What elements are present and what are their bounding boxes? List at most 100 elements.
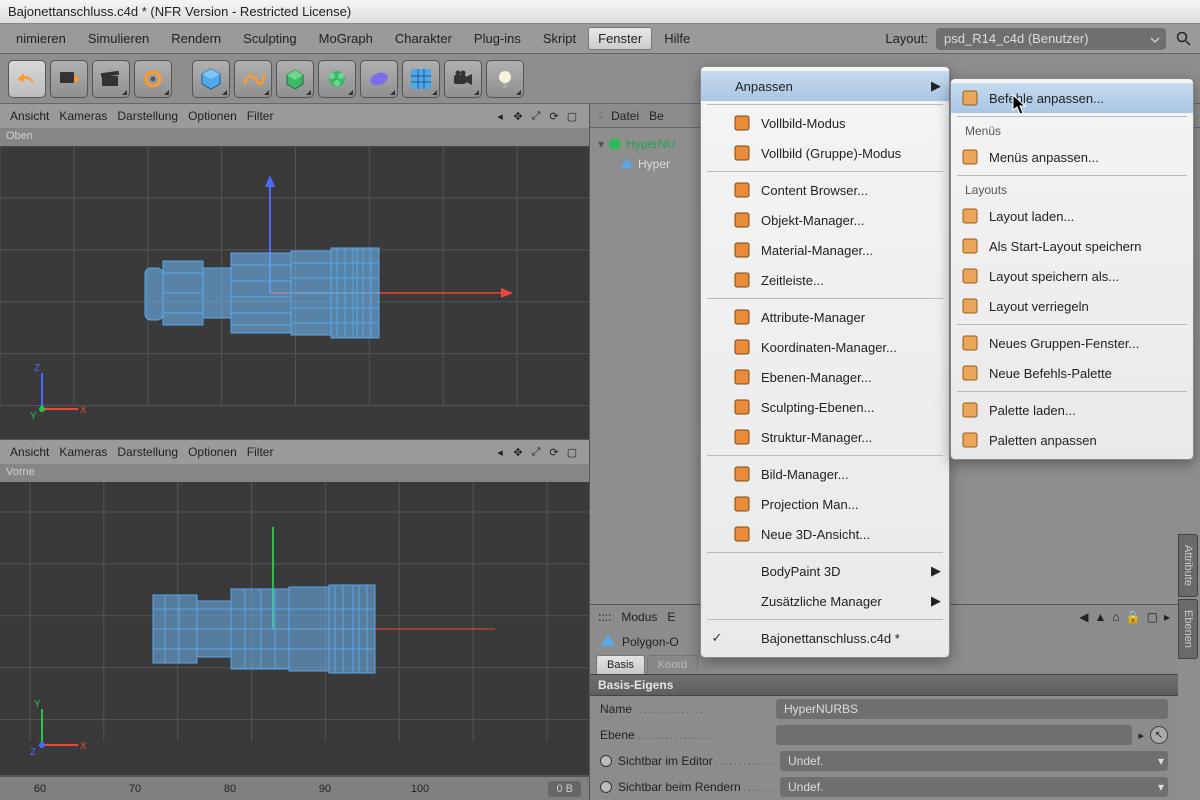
vp2-menu-darstellung[interactable]: Darstellung — [117, 445, 178, 459]
prop-value-name[interactable]: HyperNURBS — [776, 699, 1168, 719]
menuitem[interactable]: Zusätzliche Manager▶ — [701, 586, 949, 616]
menuitem[interactable]: Attribute-Manager — [701, 302, 949, 332]
vp2-menu-optionen[interactable]: Optionen — [188, 445, 237, 459]
fenster-dropdown[interactable]: Anpassen ▶ Vollbild-ModusVollbild (Grupp… — [700, 66, 950, 658]
menu-animieren[interactable]: nimieren — [6, 27, 76, 50]
menuitem[interactable]: ✓Bajonettanschluss.c4d * — [701, 623, 949, 653]
submenuitem[interactable]: Layout laden... — [951, 201, 1193, 231]
panel-grip-icon[interactable]: :::: — [598, 610, 611, 624]
prop-next-icon[interactable]: ▸ — [1138, 729, 1144, 742]
menuitem-anpassen[interactable]: Anpassen ▶ — [701, 71, 949, 101]
menuitem[interactable]: Ebenen-Manager... — [701, 362, 949, 392]
vp2-nav-rotate-icon[interactable]: ⟳ — [547, 445, 561, 459]
ruler-field[interactable]: 0 B — [548, 781, 581, 797]
radio-icon[interactable] — [600, 755, 612, 767]
vp2-nav-prev-icon[interactable]: ◂ — [493, 445, 507, 459]
lock-icon[interactable]: 🔒 — [1126, 610, 1141, 624]
submenuitem[interactable]: Neues Gruppen-Fenster... — [951, 328, 1193, 358]
nurbs-tool[interactable] — [276, 60, 314, 98]
menuitem[interactable]: Material-Manager... — [701, 235, 949, 265]
vp-nav-max-icon[interactable]: ▢ — [565, 109, 579, 123]
prop-value-ebene[interactable] — [776, 725, 1132, 745]
submenuitem[interactable]: Neue Befehls-Palette — [951, 358, 1193, 388]
array-tool[interactable] — [318, 60, 356, 98]
menuitem[interactable]: Content Browser... — [701, 175, 949, 205]
redo-button[interactable] — [50, 60, 88, 98]
nav-next-icon[interactable]: ▸ — [1164, 610, 1170, 624]
nav-up-icon[interactable]: ▲ — [1095, 610, 1107, 624]
gear-button[interactable] — [134, 60, 172, 98]
vp2-nav-move-icon[interactable]: ✥ — [511, 445, 525, 459]
clapper-button[interactable] — [92, 60, 130, 98]
menuitem[interactable]: Koordinaten-Manager... — [701, 332, 949, 362]
sidetab-ebenen[interactable]: Ebenen — [1178, 599, 1198, 659]
vp2-menu-ansicht[interactable]: Ansicht — [10, 445, 49, 459]
obj-menu-bearbeiten[interactable]: Be — [649, 109, 664, 123]
vp-nav-move-icon[interactable]: ✥ — [511, 109, 525, 123]
cube-tool[interactable] — [192, 60, 230, 98]
attr-menu-edit[interactable]: E — [667, 610, 675, 624]
menu-plugins[interactable]: Plug-ins — [464, 27, 531, 50]
timeline-ruler[interactable]: 60 70 80 90 100 0 B — [0, 776, 589, 800]
submenuitem[interactable]: Layout verriegeln — [951, 291, 1193, 321]
menu-simulieren[interactable]: Simulieren — [78, 27, 159, 50]
menu-sculpting[interactable]: Sculpting — [233, 27, 306, 50]
menuitem[interactable]: Struktur-Manager... — [701, 422, 949, 452]
camera-tool[interactable] — [444, 60, 482, 98]
tab-koord[interactable]: Koord — [647, 655, 698, 674]
menu-rendern[interactable]: Rendern — [161, 27, 231, 50]
submenuitem[interactable]: Palette laden... — [951, 395, 1193, 425]
menu-mograph[interactable]: MoGraph — [309, 27, 383, 50]
vp-menu-darstellung[interactable]: Darstellung — [117, 109, 178, 123]
panel-grip-icon[interactable]: :::: — [598, 110, 601, 121]
submenuitem[interactable]: Als Start-Layout speichern — [951, 231, 1193, 261]
home-icon[interactable]: ⌂ — [1112, 610, 1119, 624]
vp-menu-kameras[interactable]: Kameras — [59, 109, 107, 123]
vp2-nav-zoom-icon[interactable]: ⤢ — [529, 445, 543, 459]
expand-icon[interactable]: ▾ — [598, 137, 604, 151]
floor-tool[interactable] — [402, 60, 440, 98]
prop-value-editor-vis[interactable]: Undef.▾ — [780, 751, 1168, 771]
light-tool[interactable] — [486, 60, 524, 98]
menu-fenster[interactable]: Fenster — [588, 27, 652, 50]
submenuitem[interactable]: Befehle anpassen... — [951, 83, 1193, 113]
tab-basis[interactable]: Basis — [596, 655, 645, 674]
menuitem[interactable]: Sculpting-Ebenen... — [701, 392, 949, 422]
submenuitem[interactable]: Menüs anpassen... — [951, 142, 1193, 172]
menu-skript[interactable]: Skript — [533, 27, 586, 50]
viewport-top-canvas[interactable]: Z X Y — [0, 146, 589, 439]
vp-menu-filter[interactable]: Filter — [247, 109, 274, 123]
viewport-front-canvas[interactable]: Y X Z — [0, 482, 589, 775]
vp-nav-prev-icon[interactable]: ◂ — [493, 109, 507, 123]
menu-hilfe[interactable]: Hilfe — [654, 27, 700, 50]
vp-nav-rotate-icon[interactable]: ⟳ — [547, 109, 561, 123]
sidetab-attribute[interactable]: Attribute — [1178, 534, 1198, 597]
menuitem[interactable]: Vollbild (Gruppe)-Modus — [701, 138, 949, 168]
vp2-menu-kameras[interactable]: Kameras — [59, 445, 107, 459]
nav-back-icon[interactable]: ◀ — [1079, 610, 1088, 624]
new-icon[interactable]: ▢ — [1147, 610, 1158, 624]
prop-picker-button[interactable]: ↖ — [1150, 726, 1168, 744]
vp-nav-zoom-icon[interactable]: ⤢ — [529, 109, 543, 123]
radio-icon[interactable] — [600, 781, 612, 793]
vp2-menu-filter[interactable]: Filter — [247, 445, 274, 459]
vp2-nav-max-icon[interactable]: ▢ — [565, 445, 579, 459]
submenuitem[interactable]: Layout speichern als... — [951, 261, 1193, 291]
menuitem[interactable]: Vollbild-Modus — [701, 108, 949, 138]
layout-dropdown[interactable]: psd_R14_c4d (Benutzer) — [936, 28, 1166, 50]
menuitem[interactable]: Zeitleiste... — [701, 265, 949, 295]
spline-tool[interactable] — [234, 60, 272, 98]
deformer-tool[interactable] — [360, 60, 398, 98]
undo-button[interactable] — [8, 60, 46, 98]
menu-charakter[interactable]: Charakter — [385, 27, 462, 50]
menuitem[interactable]: Neue 3D-Ansicht... — [701, 519, 949, 549]
menuitem[interactable]: Projection Man... — [701, 489, 949, 519]
menuitem[interactable]: Objekt-Manager... — [701, 205, 949, 235]
menuitem[interactable]: Bild-Manager... — [701, 459, 949, 489]
vp-menu-ansicht[interactable]: Ansicht — [10, 109, 49, 123]
prop-value-render-vis[interactable]: Undef.▾ — [780, 777, 1168, 797]
search-icon[interactable] — [1174, 29, 1194, 49]
attr-menu-modus[interactable]: Modus — [621, 610, 657, 624]
menuitem[interactable]: BodyPaint 3D▶ — [701, 556, 949, 586]
submenuitem[interactable]: Paletten anpassen — [951, 425, 1193, 455]
